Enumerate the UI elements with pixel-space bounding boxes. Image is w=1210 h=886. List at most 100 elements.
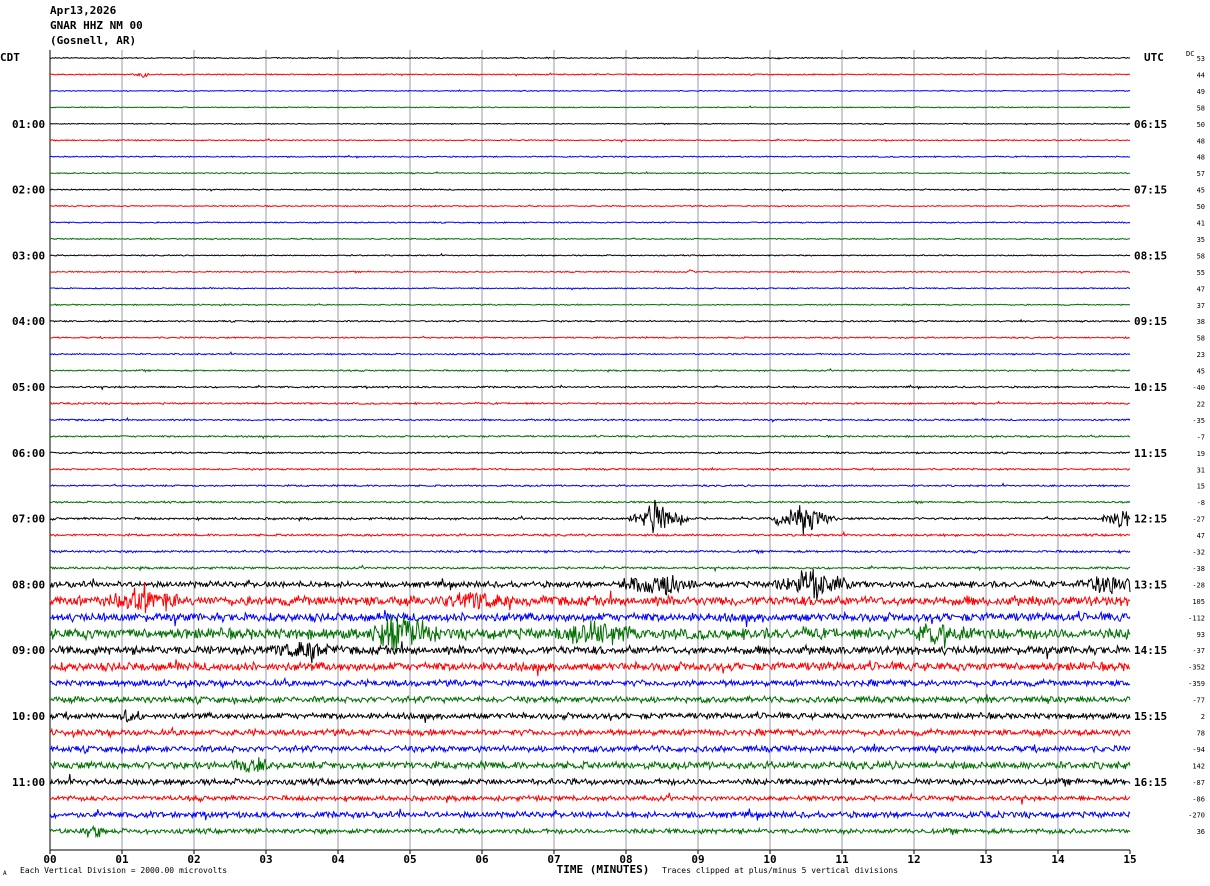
trace-row (49, 236, 1131, 241)
x-axis-title: TIME (MINUTES) (557, 863, 650, 876)
x-tick-label: 00 (43, 853, 56, 866)
dc-offset-label: 47 (1197, 532, 1205, 540)
dc-offset-label: 53 (1197, 55, 1205, 63)
dc-offset-label: 35 (1197, 236, 1205, 244)
dc-offset-label: 37 (1197, 302, 1205, 310)
dc-offset-label: -32 (1192, 549, 1205, 557)
right-hour-label: 09:15 (1134, 315, 1167, 328)
trace-row (49, 351, 1131, 356)
dc-offset-label: -77 (1192, 697, 1205, 705)
trace-row (49, 56, 1131, 60)
dc-offset-label: 44 (1197, 71, 1205, 79)
trace-row (49, 743, 1131, 755)
left-hour-label: 09:00 (12, 644, 45, 657)
dc-offset-label: -352 (1188, 664, 1205, 672)
trace-row (49, 221, 1131, 225)
trace-row (49, 72, 1131, 78)
dc-offset-label: -35 (1192, 417, 1205, 425)
dc-offset-label: -112 (1188, 614, 1205, 622)
right-hour-label: 15:15 (1134, 710, 1167, 723)
trace-row (49, 105, 1131, 109)
trace-row (49, 709, 1131, 723)
trace-row (49, 318, 1131, 324)
trace-row (49, 170, 1131, 175)
clip-note: Traces clipped at plus/minus 5 vertical … (662, 866, 899, 875)
trace-row (49, 659, 1131, 677)
dc-offset-label: 36 (1197, 828, 1205, 836)
trace-row (49, 204, 1131, 208)
trace-row (49, 792, 1131, 805)
trace-row (49, 564, 1131, 573)
trace-row (49, 434, 1131, 440)
trace-row (49, 187, 1131, 192)
x-tick-label: 14 (1051, 853, 1065, 866)
dc-label: DC (1186, 50, 1194, 58)
dc-offset-label: -28 (1192, 581, 1205, 589)
dc-offset-label: -270 (1188, 812, 1205, 820)
trace-row (49, 335, 1130, 340)
x-tick-label: 02 (187, 853, 200, 866)
right-hour-label: 11:15 (1134, 447, 1167, 460)
right-hour-label: 13:15 (1134, 578, 1167, 591)
right-hour-label: 07:15 (1134, 184, 1167, 197)
dc-offset-label: 48 (1197, 154, 1205, 162)
dc-offset-label: 22 (1197, 400, 1205, 408)
dc-offset-label: -8 (1197, 499, 1205, 507)
x-tick-label: 05 (403, 853, 416, 866)
trace-row (49, 641, 1131, 664)
trace-row (50, 286, 1131, 291)
x-tick-label: 12 (907, 853, 920, 866)
corner-mark: A (3, 870, 7, 877)
left-hour-label: 05:00 (12, 381, 45, 394)
dc-offset-label: 93 (1197, 631, 1205, 639)
dc-offset-label: 58 (1197, 104, 1205, 112)
left-hour-label: 10:00 (12, 710, 45, 723)
left-hour-label: 08:00 (12, 578, 45, 591)
left-hour-label: 02:00 (12, 184, 45, 197)
right-hour-label: 14:15 (1134, 644, 1167, 657)
x-tick-label: 04 (331, 853, 345, 866)
trace-row (49, 416, 1131, 423)
dc-offset-label: 142 (1192, 762, 1205, 770)
dc-offset-label: 58 (1197, 335, 1205, 343)
dc-offset-label: 45 (1197, 187, 1205, 195)
dc-offset-label: 50 (1197, 203, 1205, 211)
left-hour-label: 01:00 (12, 118, 45, 131)
dc-offset-label: 57 (1197, 170, 1205, 178)
dc-offset-label: 48 (1197, 137, 1205, 145)
left-hour-label: 04:00 (12, 315, 45, 328)
dc-offset-label: 58 (1197, 252, 1205, 260)
right-hour-label: 08:15 (1134, 249, 1167, 262)
dc-offset-label: -87 (1192, 779, 1205, 787)
x-tick-label: 11 (835, 853, 849, 866)
dc-offset-label: 38 (1197, 318, 1205, 326)
x-tick-label: 06 (475, 853, 489, 866)
trace-row (49, 400, 1131, 406)
x-tick-label: 03 (259, 853, 272, 866)
trace-row (49, 568, 1131, 601)
trace-row (49, 451, 1131, 455)
trace-row (49, 581, 1131, 614)
x-tick-label: 01 (115, 853, 129, 866)
left-timezone-label: CDT (0, 51, 20, 64)
dc-offset-label: 19 (1197, 450, 1205, 458)
right-hour-label: 16:15 (1134, 776, 1167, 789)
x-tick-label: 09 (691, 853, 704, 866)
dc-offset-label: -94 (1192, 746, 1205, 754)
trace-row (49, 269, 1131, 274)
dc-offset-label: -359 (1188, 680, 1205, 688)
trace-row (49, 676, 1131, 690)
trace-row (49, 154, 1131, 159)
trace-row (49, 530, 1131, 538)
dc-offset-label: -40 (1192, 384, 1205, 392)
right-hour-label: 10:15 (1134, 381, 1167, 394)
left-hour-label: 03:00 (12, 249, 45, 262)
trace-row (49, 500, 1131, 505)
trace-row (49, 138, 1130, 143)
trace-row (50, 694, 1131, 706)
dc-offset-label: 50 (1197, 121, 1205, 129)
dc-offset-label: -38 (1192, 565, 1205, 573)
scale-note: Each Vertical Division = 2000.00 microvo… (20, 866, 228, 875)
dc-offset-label: 2 (1201, 713, 1205, 721)
x-tick-label: 15 (1123, 853, 1136, 866)
